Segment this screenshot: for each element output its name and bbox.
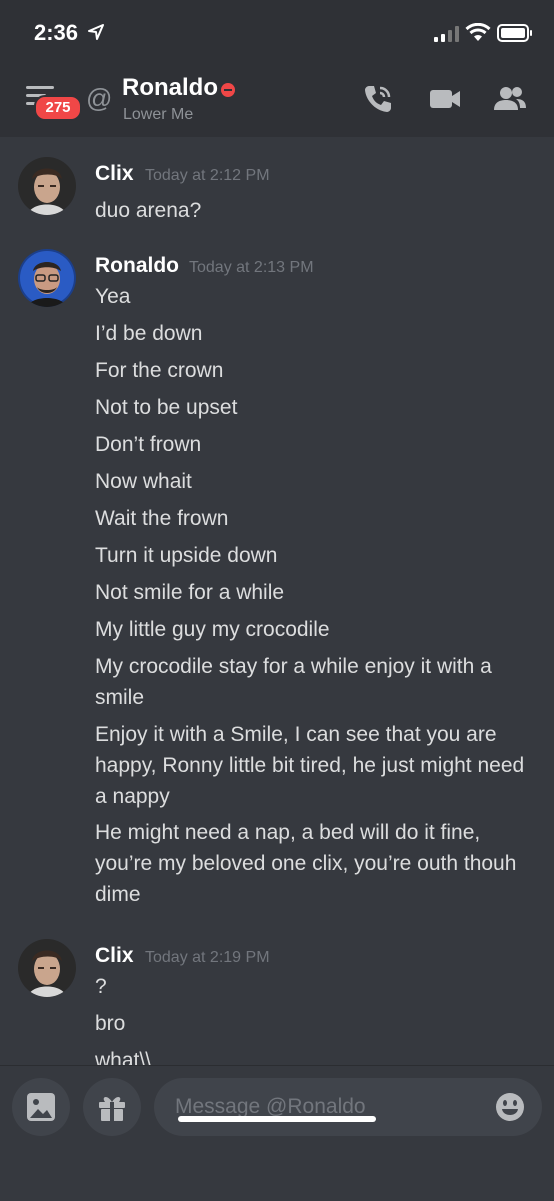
location-arrow-icon (88, 24, 104, 40)
message-text: Wait the frown (95, 507, 229, 530)
message-text: duo arena? (95, 199, 202, 222)
message-text: My little guy my crocodile (95, 618, 330, 641)
message-text: Now whait (95, 470, 192, 493)
channel-subtitle: Lower Me (123, 106, 194, 123)
message-text: Enjoy it with a Smile, I can see that yo… (95, 723, 525, 808)
gift-button[interactable] (83, 1078, 141, 1136)
upload-image-button[interactable] (12, 1078, 70, 1136)
status-bar: 2:36 (0, 0, 554, 64)
timestamp: Today at 2:12 PM (145, 167, 270, 184)
member-list-icon[interactable] (492, 82, 528, 116)
message-text: Not to be upset (95, 396, 238, 419)
timestamp: Today at 2:19 PM (145, 949, 270, 966)
avatar[interactable] (18, 249, 76, 307)
message-list[interactable]: Clix Today at 2:12 PM duo arena? Ronaldo… (0, 137, 554, 1065)
message-input[interactable] (154, 1078, 542, 1136)
author-name[interactable]: Clix (95, 162, 134, 186)
message-text: Don’t frown (95, 433, 202, 456)
message-text: Turn it upside down (95, 544, 278, 567)
author-name[interactable]: Clix (95, 944, 134, 968)
message-text: For the crown (95, 359, 224, 382)
image-icon (27, 1093, 55, 1121)
wifi-icon (465, 23, 491, 41)
message-text: Not smile for a while (95, 581, 285, 604)
cellular-signal-icon (434, 26, 459, 42)
voice-call-icon[interactable] (361, 82, 395, 116)
message-composer (0, 1065, 554, 1201)
timestamp: Today at 2:13 PM (189, 259, 314, 276)
message-text: bro (95, 1012, 126, 1035)
home-indicator (178, 1116, 376, 1122)
message-text: what\\ (95, 1049, 152, 1065)
message-text: I’d be down (95, 322, 203, 345)
video-call-icon[interactable] (428, 82, 462, 116)
channel-name[interactable]: Ronaldo (122, 74, 218, 102)
message-text: ? (95, 975, 107, 998)
message-text: He might need a nap, a bed will do it fi… (95, 821, 517, 906)
message-text: Yea (95, 285, 131, 308)
author-name[interactable]: Ronaldo (95, 254, 179, 278)
dnd-status-icon (221, 83, 235, 97)
status-time: 2:36 (34, 20, 79, 45)
avatar[interactable] (18, 157, 76, 215)
top-bar: 2:36 275 @ Ronaldo Lower Me (0, 0, 554, 137)
emoji-picker-icon[interactable] (495, 1092, 525, 1122)
notification-badge: 275 (34, 95, 82, 121)
message-text: My crocodile stay for a while enjoy it w… (95, 655, 492, 709)
battery-icon (497, 24, 532, 42)
avatar[interactable] (18, 939, 76, 997)
gift-icon (99, 1097, 125, 1121)
at-sign-icon: @ (86, 83, 113, 113)
